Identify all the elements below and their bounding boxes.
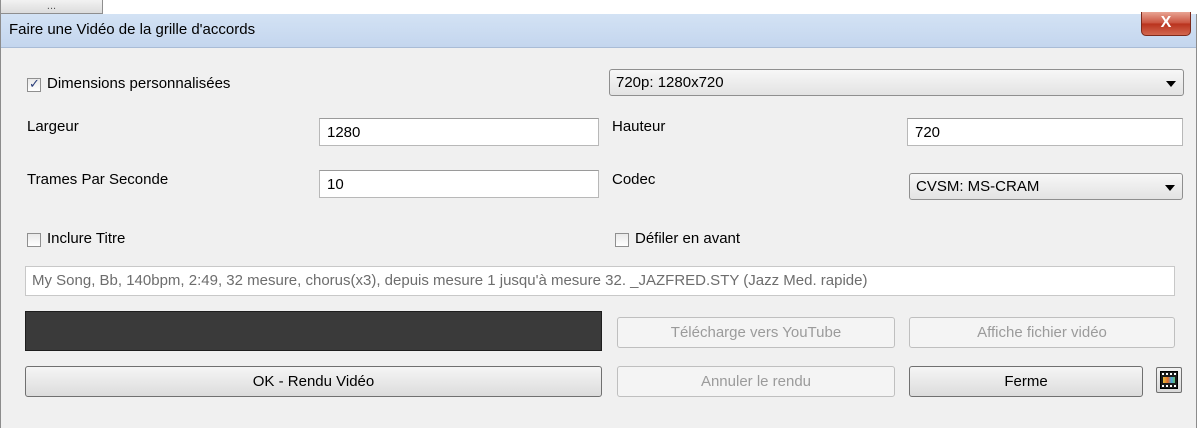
fps-label: Trames Par Seconde [27, 171, 169, 188]
close-icon: X [1160, 14, 1172, 31]
video-settings-button[interactable] [1156, 367, 1182, 393]
width-label: Largeur [27, 118, 79, 135]
height-input[interactable]: 720 [907, 118, 1183, 146]
background-tab-stub[interactable]: ... [0, 0, 103, 14]
height-label: Hauteur [612, 118, 666, 135]
custom-dimensions-label: Dimensions personnalisées [47, 75, 231, 92]
fps-input[interactable]: 10 [319, 170, 599, 198]
video-dialog: Faire une Vidéo de la grille d'accords X… [0, 12, 1197, 428]
song-summary-field: My Song, Bb, 140bpm, 2:49, 32 mesure, ch… [25, 266, 1175, 296]
close-window-button[interactable]: X [1141, 12, 1191, 36]
scroll-forward-checkbox[interactable] [615, 233, 629, 247]
window-title: Faire une Vidéo de la grille d'accords [9, 21, 256, 38]
close-button[interactable]: Ferme [909, 366, 1143, 397]
width-input[interactable]: 1280 [319, 118, 599, 146]
film-icon [1160, 371, 1178, 389]
chevron-down-icon [1166, 81, 1176, 87]
show-video-file-button[interactable]: Affiche fichier vidéo [909, 317, 1175, 348]
codec-select[interactable]: CVSM: MS-CRAM [909, 173, 1183, 200]
render-progress-bar [25, 311, 602, 351]
chevron-down-icon [1165, 185, 1175, 191]
include-title-checkbox[interactable] [27, 233, 41, 247]
title-bar: Faire une Vidéo de la grille d'accords X [1, 12, 1196, 48]
resolution-preset-value: 720p: 1280x720 [616, 74, 724, 91]
include-title-label: Inclure Titre [47, 230, 126, 247]
resolution-preset-select[interactable]: 720p: 1280x720 [609, 69, 1184, 96]
render-video-button[interactable]: OK - Rendu Vidéo [25, 366, 602, 397]
scroll-forward-label: Défiler en avant [635, 230, 741, 247]
upload-youtube-button[interactable]: Télécharge vers YouTube [617, 317, 895, 348]
custom-dimensions-checkbox[interactable] [27, 76, 41, 92]
codec-value: CVSM: MS-CRAM [916, 178, 1040, 195]
codec-label: Codec [612, 171, 656, 188]
cancel-render-button[interactable]: Annuler le rendu [617, 366, 895, 397]
